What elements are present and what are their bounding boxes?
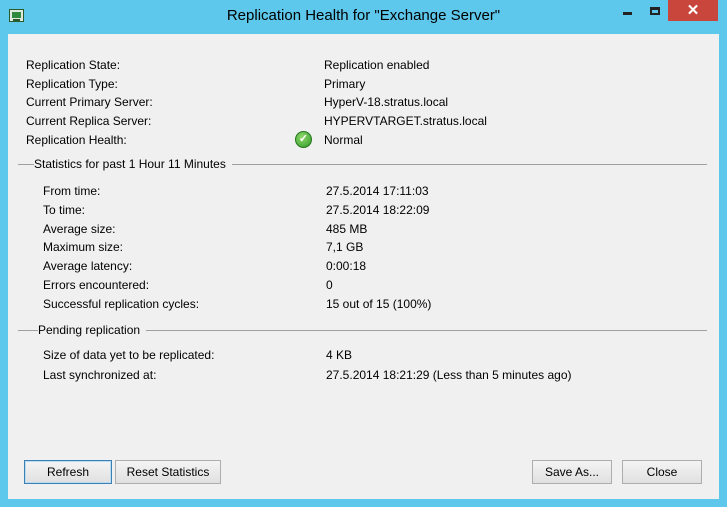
successful-cycles-value: 15 out of 15 (100%): [326, 297, 432, 311]
minimize-icon: [623, 12, 632, 15]
average-latency-label: Average latency:: [43, 259, 133, 273]
refresh-button[interactable]: Refresh: [24, 460, 112, 484]
close-window-button[interactable]: ✕: [668, 0, 718, 21]
replication-type-value: Primary: [324, 77, 366, 91]
from-time-value: 27.5.2014 17:11:03: [326, 184, 429, 198]
average-latency-value: 0:00:18: [326, 259, 367, 273]
data-to-replicate-value: 4 KB: [326, 348, 353, 362]
minimize-button[interactable]: [614, 0, 641, 21]
dialog-content: Replication State: Replication enabled R…: [8, 34, 719, 499]
errors-encountered-value: 0: [326, 278, 333, 292]
reset-statistics-button[interactable]: Reset Statistics: [115, 460, 221, 484]
title-bar[interactable]: Replication Health for "Exchange Server"…: [0, 0, 727, 34]
replication-type-label: Replication Type:: [26, 77, 118, 91]
last-synchronized-value: 27.5.2014 18:21:29 (Less than 5 minutes …: [326, 368, 572, 382]
replication-health-label: Replication Health:: [26, 133, 127, 147]
health-ok-check-icon: ✓: [295, 131, 312, 148]
pending-heading: Pending replication: [38, 322, 147, 338]
statistics-heading: Statistics for past 1 Hour 11 Minutes: [34, 156, 232, 172]
close-button[interactable]: Close: [622, 460, 702, 484]
maximum-size-value: 7,1 GB: [326, 240, 364, 254]
last-synchronized-label: Last synchronized at:: [43, 368, 157, 382]
successful-cycles-label: Successful replication cycles:: [43, 297, 200, 311]
maximize-icon: [649, 6, 660, 15]
replication-state-label: Replication State:: [26, 58, 121, 72]
replication-state-value: Replication enabled: [324, 58, 430, 72]
maximize-button[interactable]: [641, 0, 668, 21]
to-time-value: 27.5.2014 18:22:09: [326, 203, 430, 217]
replica-server-label: Current Replica Server:: [26, 114, 152, 128]
save-as-button[interactable]: Save As...: [532, 460, 612, 484]
close-icon: ✕: [686, 2, 700, 19]
from-time-label: From time:: [43, 184, 101, 198]
dialog-window: Replication Health for "Exchange Server"…: [0, 0, 727, 507]
average-size-label: Average size:: [43, 222, 116, 236]
to-time-label: To time:: [43, 203, 86, 217]
replication-health-value: Normal: [324, 133, 363, 147]
errors-encountered-label: Errors encountered:: [43, 278, 150, 292]
primary-server-label: Current Primary Server:: [26, 95, 153, 109]
data-to-replicate-label: Size of data yet to be replicated:: [43, 348, 215, 362]
primary-server-value: HyperV-18.stratus.local: [324, 95, 449, 109]
maximum-size-label: Maximum size:: [43, 240, 124, 254]
average-size-value: 485 MB: [326, 222, 368, 236]
replica-server-value: HYPERVTARGET.stratus.local: [324, 114, 487, 128]
